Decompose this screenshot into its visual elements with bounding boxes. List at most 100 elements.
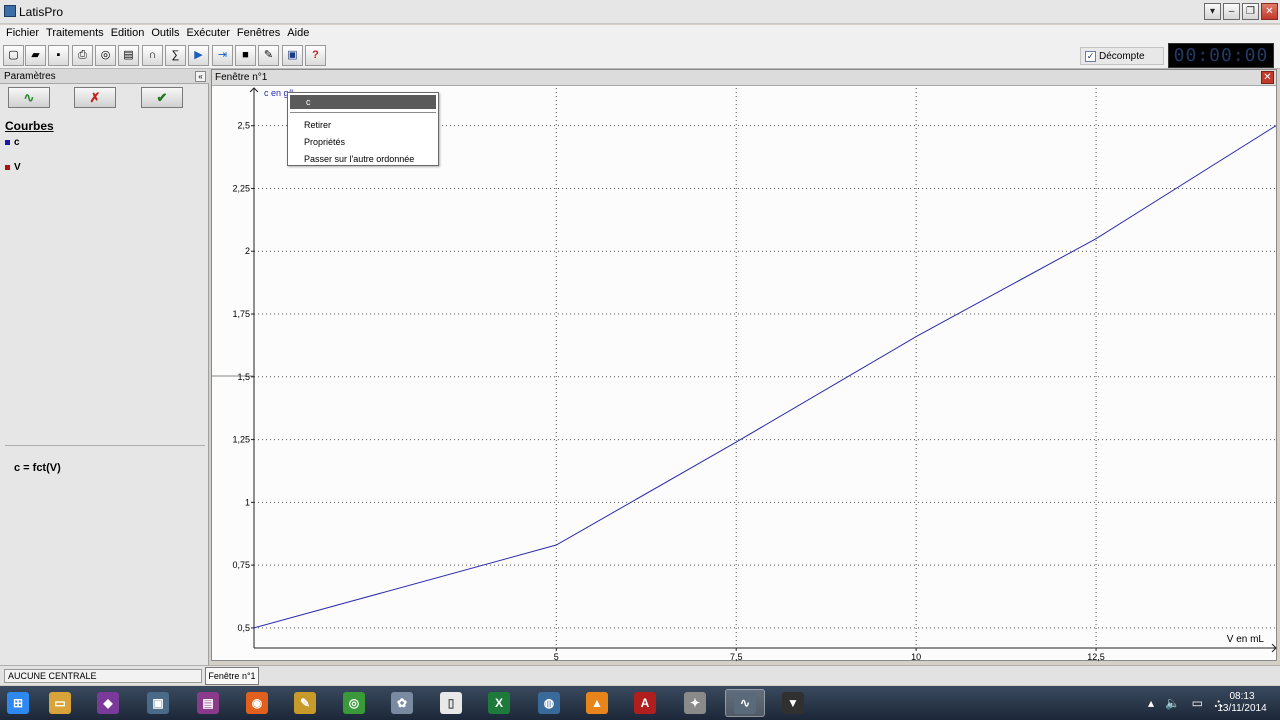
taskbar-app-3[interactable]: ▣ (138, 689, 178, 717)
taskbar-app-10[interactable]: X (479, 689, 519, 717)
menu-item-retirer[interactable]: Retirer (304, 120, 331, 130)
taskbar-app-6[interactable]: ✎ (285, 689, 325, 717)
checkmark-icon[interactable]: ✓ (1085, 51, 1096, 62)
taskbar-app-1[interactable]: ▭ (40, 689, 80, 717)
y-tick-label: 2,5 (237, 121, 250, 131)
graph-window-title: Fenêtre n°1 (215, 72, 268, 83)
menu-fenetres[interactable]: Fenêtres (235, 25, 285, 42)
taskbar-app-0[interactable]: ⊞ (0, 689, 38, 717)
excel-icon: X (488, 692, 510, 714)
parameters-title: Paramètres (4, 71, 56, 82)
open-icon[interactable]: ▰ (25, 45, 46, 66)
taskbar-app-5[interactable]: ◉ (237, 689, 277, 717)
paint-app-icon: ◆ (97, 692, 119, 714)
y-tick-label: 0,5 (237, 623, 250, 633)
parameters-panel: Paramètres « ∿ ✗ ✔ Courbes c V c = fct(V… (0, 69, 209, 665)
media-app-icon: ▼ (782, 692, 804, 714)
minimize-button[interactable]: – (1223, 3, 1240, 20)
help-icon[interactable]: ? (305, 45, 326, 66)
taskbar-app-7[interactable]: ◎ (334, 689, 374, 717)
validate-check-icon[interactable]: ✔ (141, 87, 183, 108)
presentation-app-icon: ▤ (197, 692, 219, 714)
taskbar-app-4[interactable]: ▤ (188, 689, 228, 717)
curve-icon[interactable]: ∩ (142, 45, 163, 66)
tool-icon[interactable]: ✎ (258, 45, 279, 66)
menu-fichier[interactable]: Fichier (4, 25, 44, 42)
context-menu-separator (290, 112, 436, 113)
calculate-icon[interactable]: ∑ (165, 45, 186, 66)
wave-icon[interactable]: ∿ (8, 87, 50, 108)
disk-icon[interactable]: ▣ (282, 45, 303, 66)
export-icon[interactable]: ⇥ (212, 45, 233, 66)
decompte-label: Décompte (1099, 51, 1145, 62)
taskbar-app-8[interactable]: ✿ (382, 689, 422, 717)
generic-app-icon: ✦ (684, 692, 706, 714)
menu-executer[interactable]: Exécuter (184, 25, 234, 42)
taskbar-app-11[interactable]: ◍ (529, 689, 569, 717)
menu-edition[interactable]: Edition (109, 25, 150, 42)
y-tick-label: 1,5 (237, 372, 250, 382)
taskbar-app-16[interactable]: ▼ (773, 689, 813, 717)
y-tick-label: 1,25 (232, 435, 250, 445)
panel-divider (5, 445, 205, 446)
parameters-header: Paramètres « (0, 69, 209, 84)
menu-traitements[interactable]: Traitements (44, 25, 109, 42)
windows-start-icon: ⊞ (7, 692, 29, 714)
save-icon[interactable]: ▪ (48, 45, 69, 66)
decompte-checkbox[interactable]: ✓ Décompte (1080, 47, 1164, 65)
cancel-check-icon[interactable]: ✗ (74, 87, 116, 108)
y-tick-label: 2,25 (232, 183, 250, 193)
network-icon[interactable]: ▭ (1192, 696, 1203, 710)
firefox-icon: ◉ (246, 692, 268, 714)
collapse-icon[interactable]: « (195, 71, 206, 82)
curve-color-swatch (5, 164, 10, 170)
tab-fenetre-1[interactable]: Fenêtre n°1 (205, 667, 259, 685)
print-icon[interactable]: ⎙ (72, 45, 93, 66)
taskbar: ⊞ ▭ ◆ ▣ ▤ ◉ ✎ ◎ ✿ ▯ X ◍ ▲ A ✦ ∿ ▼ ▴ 🔈 ▭ ⛬ 08:13 13/11/20… (0, 686, 1280, 720)
maximize-button[interactable]: ❐ (1242, 3, 1259, 20)
title-bar: LatisPro ▾ – ❐ ✕ (0, 0, 1280, 24)
globe-app-icon: ◍ (538, 692, 560, 714)
curves-title: Courbes (5, 119, 54, 133)
latispro-icon: ∿ (734, 692, 756, 714)
stop-icon[interactable]: ■ (235, 45, 256, 66)
menu-item-passer-ordonnee[interactable]: Passer sur l'autre ordonnée (304, 154, 414, 164)
tray-expand-icon[interactable]: ▴ (1148, 696, 1154, 710)
y-tick-label: 1 (245, 497, 250, 507)
y-tick-label: 2 (245, 246, 250, 256)
dropdown-icon[interactable]: ▾ (1204, 3, 1221, 20)
taskbar-app-14[interactable]: ✦ (675, 689, 715, 717)
taskbar-app-2[interactable]: ◆ (88, 689, 128, 717)
taskbar-app-9[interactable]: ▯ (431, 689, 471, 717)
new-icon[interactable]: ▢ (3, 45, 24, 66)
graph-window-header: Fenêtre n°1 ✕ (212, 70, 1276, 86)
y-tick-label: 1,75 (232, 309, 250, 319)
x-tick-label: 5 (554, 652, 559, 662)
curve-item-v[interactable]: V (5, 162, 21, 173)
taskbar-clock[interactable]: 08:13 13/11/2014 (1212, 691, 1272, 715)
window-icon[interactable]: ▤ (118, 45, 139, 66)
window-title: LatisPro (19, 5, 64, 19)
menu-item-proprietes[interactable]: Propriétés (304, 137, 345, 147)
document-icon: ▯ (440, 692, 462, 714)
taskbar-app-13[interactable]: A (625, 689, 665, 717)
play-icon[interactable]: ▶ (188, 45, 209, 66)
volume-icon[interactable]: 🔈 (1165, 696, 1180, 710)
tools-app-icon: ✎ (294, 692, 316, 714)
curve-context-menu: c Retirer Propriétés Passer sur l'autre … (287, 92, 439, 166)
menu-bar: Fichier Traitements Edition Outils Exécu… (0, 25, 1280, 42)
acquisition-icon[interactable]: ◎ (95, 45, 116, 66)
status-bar: AUCUNE CENTRALE Fenêtre n°1 (0, 665, 1280, 685)
window-app-icon: ▣ (147, 692, 169, 714)
graph-close-icon[interactable]: ✕ (1261, 71, 1274, 84)
y-tick-label: 0,75 (232, 560, 250, 570)
centrale-status: AUCUNE CENTRALE (4, 669, 202, 683)
menu-outils[interactable]: Outils (149, 25, 184, 42)
taskbar-app-12[interactable]: ▲ (577, 689, 617, 717)
taskbar-app-15[interactable]: ∿ (725, 689, 765, 717)
menu-aide[interactable]: Aide (285, 25, 314, 42)
curve-formula: c = fct(V) (14, 462, 61, 474)
x-tick-label: 7,5 (730, 652, 743, 662)
close-button[interactable]: ✕ (1261, 3, 1278, 20)
curve-item-c[interactable]: c (5, 137, 20, 148)
